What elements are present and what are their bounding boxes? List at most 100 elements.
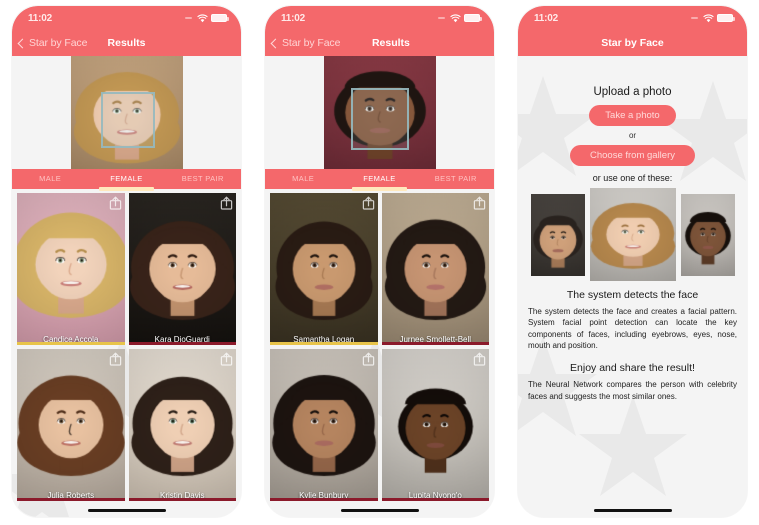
share-icon[interactable] bbox=[220, 352, 233, 366]
card-accent-bar bbox=[17, 342, 125, 345]
status-indicators bbox=[691, 13, 735, 23]
phone-screenshot-upload-home: 11:02 Star by Face Upload a photo Take a… bbox=[518, 6, 747, 517]
status-indicators bbox=[185, 13, 229, 23]
face-detection-box bbox=[350, 88, 409, 150]
navigation-bar: Star by Face bbox=[518, 30, 747, 56]
share-icon[interactable] bbox=[473, 196, 486, 210]
page-title: Results bbox=[371, 37, 410, 49]
celebrity-card[interactable]: Samantha Logan bbox=[270, 193, 378, 345]
page-title: Results bbox=[107, 37, 146, 49]
sample-photos-label: or use one of these: bbox=[592, 173, 673, 183]
take-photo-button[interactable]: Take a photo bbox=[589, 105, 676, 126]
info-body-detect: The system detects the face and creates … bbox=[528, 307, 737, 351]
status-time: 11:02 bbox=[534, 12, 559, 24]
info-section: The system detects the face The system d… bbox=[518, 281, 747, 402]
celebrity-photo bbox=[17, 349, 125, 501]
upload-heading: Upload a photo bbox=[593, 86, 672, 98]
source-photo-area bbox=[12, 56, 241, 169]
card-accent-bar bbox=[128, 498, 236, 501]
back-button-label: Star by Face bbox=[29, 37, 88, 49]
tab-female[interactable]: FEMALE bbox=[341, 169, 417, 191]
info-body-share: The Neural Network compares the person w… bbox=[528, 380, 737, 401]
battery-icon bbox=[717, 14, 735, 22]
sample-photo-image bbox=[680, 193, 735, 276]
status-bar: 11:02 bbox=[265, 6, 494, 30]
share-icon[interactable] bbox=[109, 196, 122, 210]
choose-from-gallery-button[interactable]: Choose from gallery bbox=[569, 145, 695, 166]
sample-photo-thumbnail[interactable] bbox=[680, 193, 735, 276]
celebrity-card[interactable]: Lupita Nyong'o bbox=[381, 349, 489, 501]
app-store-screenshot-gallery: 11:02 Star by Face Results MALE FEMALE B… bbox=[0, 0, 759, 525]
wifi-icon bbox=[703, 13, 714, 22]
card-accent-bar bbox=[381, 342, 489, 345]
card-accent-bar bbox=[128, 342, 236, 345]
celebrity-photo bbox=[270, 193, 378, 345]
phone-screenshot-results-light: 11:02 Star by Face Results MALE FEMALE B… bbox=[12, 6, 241, 517]
tab-female[interactable]: FEMALE bbox=[88, 169, 164, 191]
tab-best-pair[interactable]: BEST PAIR bbox=[418, 169, 494, 189]
navigation-bar: Star by Face Results bbox=[12, 30, 241, 56]
home-indicator bbox=[87, 509, 166, 512]
celebrity-card[interactable]: Julia Roberts bbox=[17, 349, 125, 501]
celebrity-card[interactable]: Kara DioGuardi bbox=[128, 193, 236, 345]
celebrity-match-grid: Candice Accola Kara DioGuardi Julia Robe… bbox=[12, 189, 241, 501]
signal-icon bbox=[438, 17, 445, 19]
tab-male[interactable]: MALE bbox=[265, 169, 341, 189]
battery-icon bbox=[211, 14, 229, 22]
sample-photo-thumbnail-selected[interactable] bbox=[589, 188, 676, 281]
share-icon[interactable] bbox=[362, 196, 375, 210]
phone-screen: 11:02 Star by Face Results MALE FEMALE B… bbox=[265, 6, 494, 517]
share-icon[interactable] bbox=[220, 196, 233, 210]
page-title: Star by Face bbox=[601, 37, 664, 49]
chevron-left-icon bbox=[17, 38, 28, 48]
sample-photo-thumbnail[interactable] bbox=[530, 193, 585, 276]
card-accent-bar bbox=[17, 498, 125, 501]
celebrity-card[interactable]: Kristin Davis bbox=[128, 349, 236, 501]
share-icon[interactable] bbox=[473, 352, 486, 366]
status-bar: 11:02 bbox=[518, 6, 747, 30]
back-button-label: Star by Face bbox=[282, 37, 341, 49]
status-bar: 11:02 bbox=[12, 6, 241, 30]
celebrity-photo bbox=[270, 349, 378, 501]
share-icon[interactable] bbox=[109, 352, 122, 366]
face-detection-box bbox=[100, 92, 155, 148]
celebrity-match-grid: Samantha Logan Jurnee Smollett-Bell Kyli… bbox=[265, 189, 494, 501]
phone-screen: 11:02 Star by Face Upload a photo Take a… bbox=[518, 6, 747, 517]
signal-icon bbox=[691, 17, 698, 19]
status-indicators bbox=[438, 13, 482, 23]
phone-screenshot-results-dark: 11:02 Star by Face Results MALE FEMALE B… bbox=[265, 6, 494, 517]
celebrity-photo bbox=[128, 349, 236, 501]
card-accent-bar bbox=[381, 498, 489, 501]
chevron-left-icon bbox=[270, 38, 281, 48]
wifi-icon bbox=[197, 13, 208, 22]
celebrity-photo bbox=[381, 193, 489, 345]
gender-tab-bar: MALE FEMALE BEST PAIR bbox=[265, 169, 494, 191]
sample-photo-carousel[interactable] bbox=[518, 188, 747, 281]
gender-tab-bar: MALE FEMALE BEST PAIR bbox=[12, 169, 241, 191]
signal-icon bbox=[185, 17, 192, 19]
phone-screen: 11:02 Star by Face Results MALE FEMALE B… bbox=[12, 6, 241, 517]
status-time: 11:02 bbox=[281, 12, 306, 24]
sample-photo-image bbox=[530, 193, 585, 276]
tab-male[interactable]: MALE bbox=[12, 169, 88, 189]
celebrity-card[interactable]: Candice Accola bbox=[17, 193, 125, 345]
status-time: 11:02 bbox=[28, 12, 53, 24]
celebrity-photo bbox=[128, 193, 236, 345]
info-heading-share: Enjoy and share the result! bbox=[570, 362, 695, 375]
back-button[interactable]: Star by Face bbox=[12, 37, 87, 49]
celebrity-card[interactable]: Jurnee Smollett-Bell bbox=[381, 193, 489, 345]
sample-photo-image bbox=[589, 188, 676, 281]
navigation-bar: Star by Face Results bbox=[265, 30, 494, 56]
back-button[interactable]: Star by Face bbox=[265, 37, 340, 49]
source-photo bbox=[323, 56, 436, 169]
card-accent-bar bbox=[270, 498, 378, 501]
celebrity-photo bbox=[381, 349, 489, 501]
home-indicator bbox=[340, 509, 419, 512]
tab-best-pair[interactable]: BEST PAIR bbox=[165, 169, 241, 189]
wifi-icon bbox=[450, 13, 461, 22]
share-icon[interactable] bbox=[362, 352, 375, 366]
info-heading-detect: The system detects the face bbox=[566, 289, 699, 301]
celebrity-card[interactable]: Kylie Bunbury bbox=[270, 349, 378, 501]
or-separator-label: or bbox=[628, 131, 637, 140]
home-indicator bbox=[593, 509, 672, 512]
